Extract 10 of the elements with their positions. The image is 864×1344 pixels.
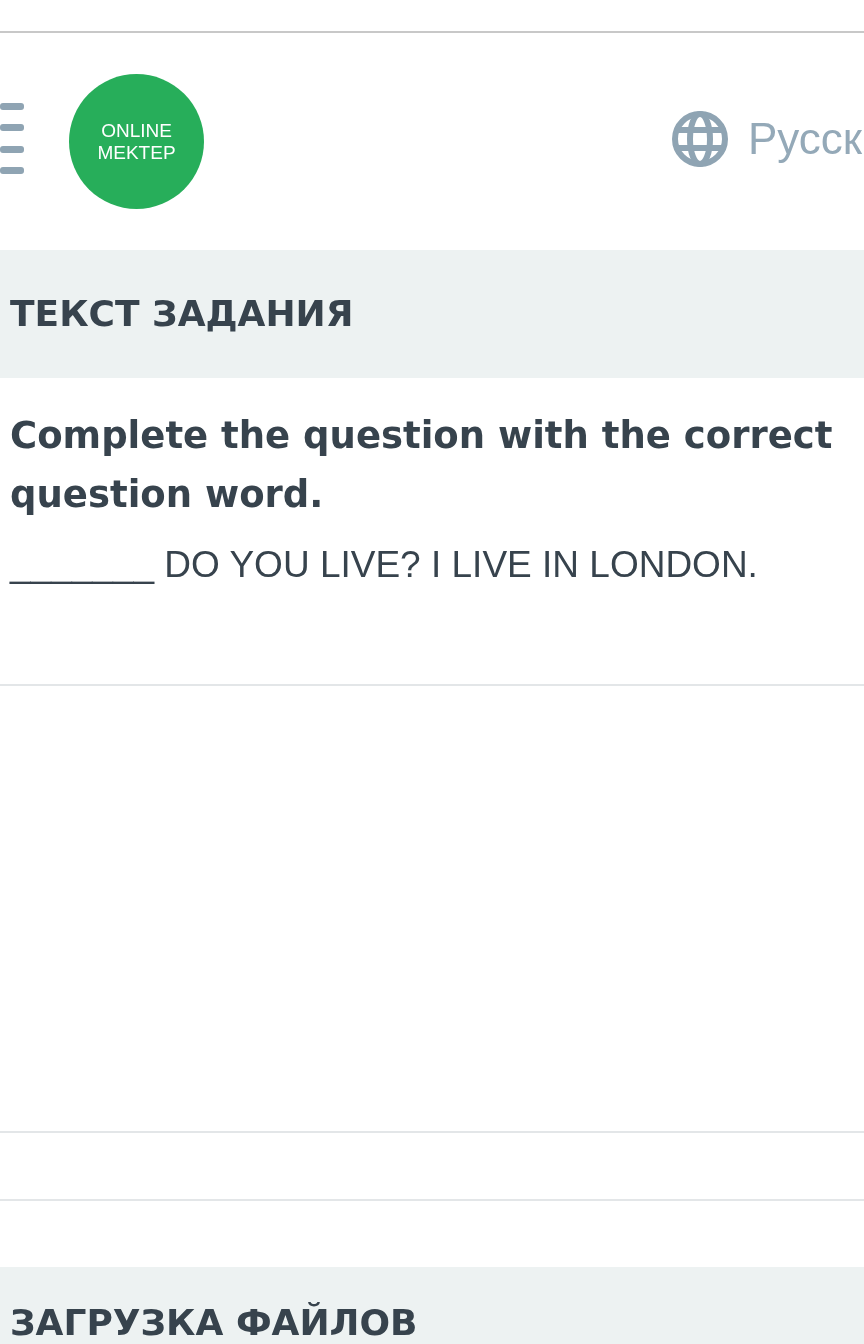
- instruction-text: Complete the question with the correct question word.: [10, 413, 834, 518]
- logo-text: MEKTEP: [97, 141, 176, 164]
- logo[interactable]: ONLINE MEKTEP: [69, 74, 204, 209]
- logo-text: ONLINE: [101, 119, 172, 142]
- globe-icon[interactable]: [671, 110, 728, 167]
- question-text: _______ DO YOU LIVE? I LIVE IN LONDON.: [10, 543, 759, 587]
- language-selector[interactable]: Русск: [747, 105, 862, 172]
- section-title: ЗАГРУЗКА ФАЙЛОВ: [10, 1302, 418, 1343]
- menu-icon[interactable]: [0, 102, 24, 175]
- section-title: ТЕКСТ ЗАДАНИЯ: [10, 292, 354, 336]
